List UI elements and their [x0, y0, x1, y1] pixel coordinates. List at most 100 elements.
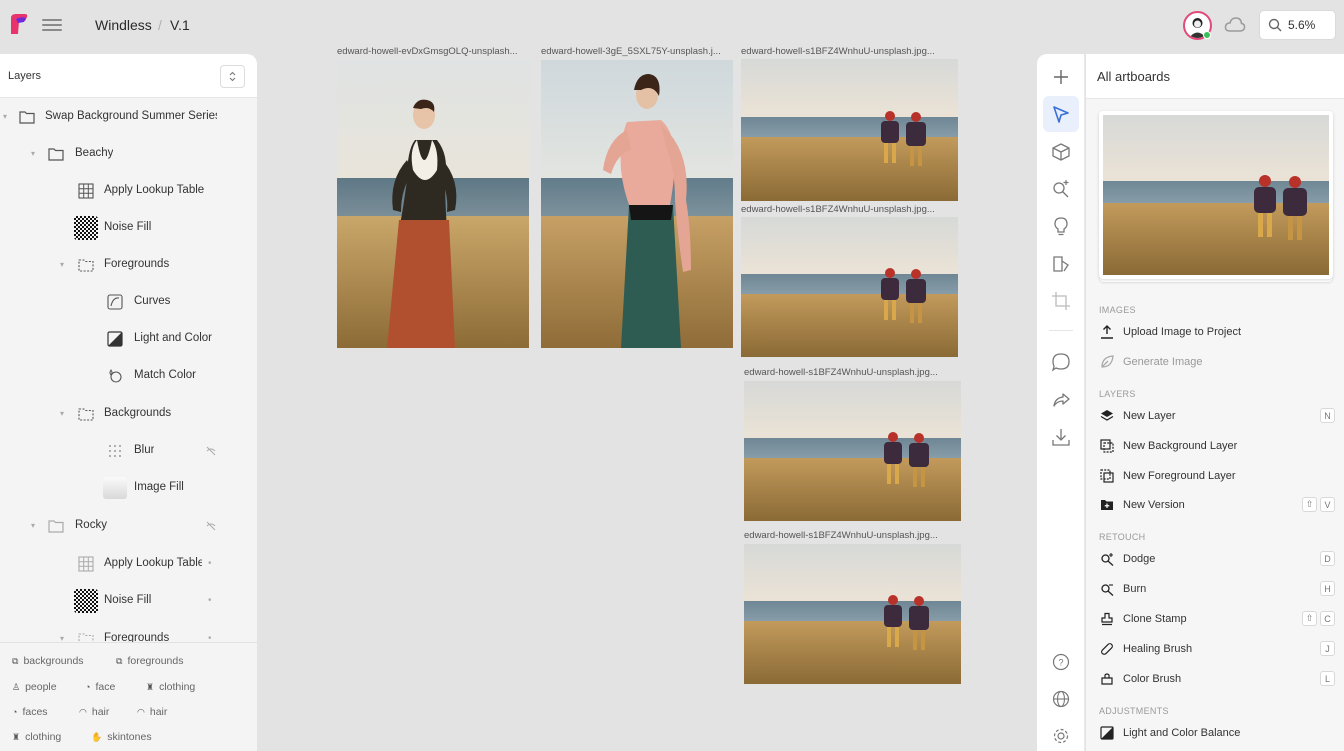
- visibility-hidden-icon[interactable]: [206, 446, 216, 456]
- stamp-icon: [1101, 612, 1113, 626]
- clone-stamp-button[interactable]: Clone Stamp ⇧ C: [1099, 608, 1335, 630]
- new-layer-button[interactable]: New Layer N: [1099, 405, 1335, 427]
- layer-row-match-color[interactable]: Match Color: [0, 361, 257, 391]
- curves-icon: [107, 294, 123, 310]
- tag-chip[interactable]: ♜ clothing: [12, 731, 61, 743]
- layer-row-noise-fill[interactable]: Noise Fill: [0, 213, 257, 243]
- tag-chip[interactable]: ♙ people: [12, 681, 57, 693]
- settings-gear-icon[interactable]: [1050, 725, 1072, 747]
- layer-row-swap-background[interactable]: ▾ Swap Background Summer Series: [0, 102, 257, 132]
- artboard-preview[interactable]: [1099, 111, 1333, 279]
- tag-chip[interactable]: ⧉ foregrounds: [116, 655, 183, 667]
- tag-chip[interactable]: ◠ hair: [137, 706, 167, 718]
- hamburger-menu-icon[interactable]: [42, 17, 62, 33]
- visibility-hidden-icon[interactable]: [206, 521, 216, 531]
- tag-chip[interactable]: ◔ face: [85, 681, 115, 693]
- cube-icon[interactable]: [1050, 141, 1072, 163]
- tag-label: faces: [22, 706, 48, 718]
- artboard-label[interactable]: edward-howell-s1BFZ4WnhuU-unsplash.jpg..…: [744, 530, 961, 541]
- section-heading-layers: LAYERS: [1099, 389, 1136, 399]
- noise-icon: [74, 589, 98, 613]
- layer-row-blur[interactable]: Blur: [0, 436, 257, 466]
- layer-row-image-fill[interactable]: Image Fill: [0, 473, 257, 503]
- artboard-image[interactable]: [541, 60, 733, 348]
- fill-bucket-icon[interactable]: [1050, 253, 1072, 275]
- face-icon: ◔: [85, 682, 91, 692]
- action-label: Healing Brush: [1123, 643, 1193, 655]
- artboard-image[interactable]: [741, 59, 958, 201]
- folder-icon: [48, 148, 64, 161]
- artboard-image[interactable]: [337, 60, 529, 348]
- visibility-dot-icon[interactable]: •: [208, 595, 212, 606]
- artboard-label[interactable]: edward-howell-evDxGmsgOLQ-unsplash...: [337, 46, 529, 57]
- visibility-dot-icon[interactable]: •: [208, 558, 212, 569]
- layer-row-beachy[interactable]: ▾ Beachy: [0, 139, 257, 169]
- crop-icon[interactable]: [1050, 290, 1072, 312]
- globe-icon[interactable]: [1050, 688, 1072, 710]
- layer-label: Apply Lookup Table: [104, 184, 205, 196]
- layer-row-light-and-color[interactable]: Light and Color: [0, 324, 257, 354]
- artboard-label[interactable]: edward-howell-3gE_5SXL75Y-unsplash.j...: [541, 46, 733, 57]
- hair-icon: ◠: [79, 706, 87, 717]
- help-icon[interactable]: ?: [1050, 651, 1072, 673]
- new-version-button[interactable]: New Version ⇧ V: [1099, 494, 1335, 516]
- artboard-image[interactable]: [744, 544, 961, 684]
- collapse-chevron-icon[interactable]: ▾: [60, 261, 68, 269]
- grid-icon: [78, 556, 94, 572]
- tag-chip[interactable]: ♜ clothing: [146, 681, 195, 693]
- tag-label: hair: [91, 706, 110, 718]
- layer-row-apply-lookup-table[interactable]: Apply Lookup Table: [0, 176, 257, 206]
- layer-row-rocky[interactable]: ▾ Rocky: [0, 511, 257, 541]
- layer-row-backgrounds[interactable]: ▾ Backgrounds: [0, 399, 257, 429]
- comment-icon[interactable]: [1050, 351, 1072, 373]
- collapse-chevron-icon[interactable]: ▾: [3, 113, 11, 121]
- top-bar: Windless / V.1 5.6%: [0, 0, 1344, 52]
- sort-toggle-button[interactable]: [220, 65, 245, 88]
- app-logo-icon[interactable]: [8, 12, 30, 36]
- tag-chip[interactable]: ◔ faces: [12, 706, 48, 718]
- artboard-label[interactable]: edward-howell-s1BFZ4WnhuU-unsplash.jpg..…: [741, 204, 958, 215]
- section-heading-adjustments: ADJUSTMENTS: [1099, 706, 1169, 716]
- action-label: Upload Image to Project: [1123, 326, 1242, 338]
- add-icon[interactable]: [1050, 66, 1072, 88]
- blur-icon: [109, 445, 121, 457]
- shortcut-key: D: [1320, 551, 1335, 566]
- download-icon[interactable]: [1050, 426, 1072, 448]
- color-brush-button[interactable]: Color Brush L: [1099, 668, 1335, 690]
- layer-row-apply-lookup-table-2[interactable]: Apply Lookup Table •: [0, 549, 257, 579]
- artboard-label[interactable]: edward-howell-s1BFZ4WnhuU-unsplash.jpg..…: [744, 367, 961, 378]
- cloud-sync-icon[interactable]: [1224, 16, 1246, 34]
- healing-brush-button[interactable]: Healing Brush J: [1099, 638, 1335, 660]
- new-background-layer-button[interactable]: New Background Layer: [1099, 435, 1335, 457]
- layer-label: Match Color: [134, 369, 196, 381]
- light-color-icon: [1100, 726, 1114, 740]
- match-color-icon: [109, 369, 122, 383]
- layer-row-noise-fill-2[interactable]: Noise Fill •: [0, 586, 257, 616]
- zoom-control[interactable]: 5.6%: [1259, 10, 1336, 40]
- collapse-chevron-icon[interactable]: ▾: [31, 150, 39, 158]
- artboard-image[interactable]: [744, 381, 961, 521]
- collapse-chevron-icon[interactable]: ▾: [31, 522, 39, 530]
- dodge-button[interactable]: Dodge D: [1099, 548, 1335, 570]
- version-label[interactable]: V.1: [170, 17, 190, 33]
- layer-row-foregrounds[interactable]: ▾ Foregrounds: [0, 250, 257, 280]
- tag-chip[interactable]: ✋ skintones: [91, 731, 152, 743]
- select-tool-button[interactable]: [1043, 96, 1079, 132]
- magic-search-icon[interactable]: [1050, 177, 1072, 199]
- shortcut-modifier-key: ⇧: [1302, 611, 1317, 626]
- upload-image-button[interactable]: Upload Image to Project: [1099, 321, 1335, 343]
- artboard-image[interactable]: [741, 217, 958, 357]
- collapse-chevron-icon[interactable]: ▾: [60, 410, 68, 418]
- artboard-label[interactable]: edward-howell-s1BFZ4WnhuU-unsplash.jpg..…: [741, 46, 958, 57]
- layer-row-curves[interactable]: Curves: [0, 287, 257, 317]
- lightbulb-icon[interactable]: [1050, 215, 1072, 237]
- burn-button[interactable]: Burn H: [1099, 578, 1335, 600]
- share-icon[interactable]: [1050, 389, 1072, 411]
- new-foreground-layer-button[interactable]: New Foreground Layer: [1099, 465, 1335, 487]
- light-and-color-balance-button[interactable]: Light and Color Balance: [1099, 722, 1335, 744]
- layer-label: Curves: [134, 295, 171, 307]
- project-title[interactable]: Windless: [95, 17, 152, 33]
- tag-chip[interactable]: ⧉ backgrounds: [12, 655, 84, 667]
- tag-chip[interactable]: ◠ hair: [79, 706, 109, 718]
- generate-image-button[interactable]: Generate Image: [1099, 351, 1335, 373]
